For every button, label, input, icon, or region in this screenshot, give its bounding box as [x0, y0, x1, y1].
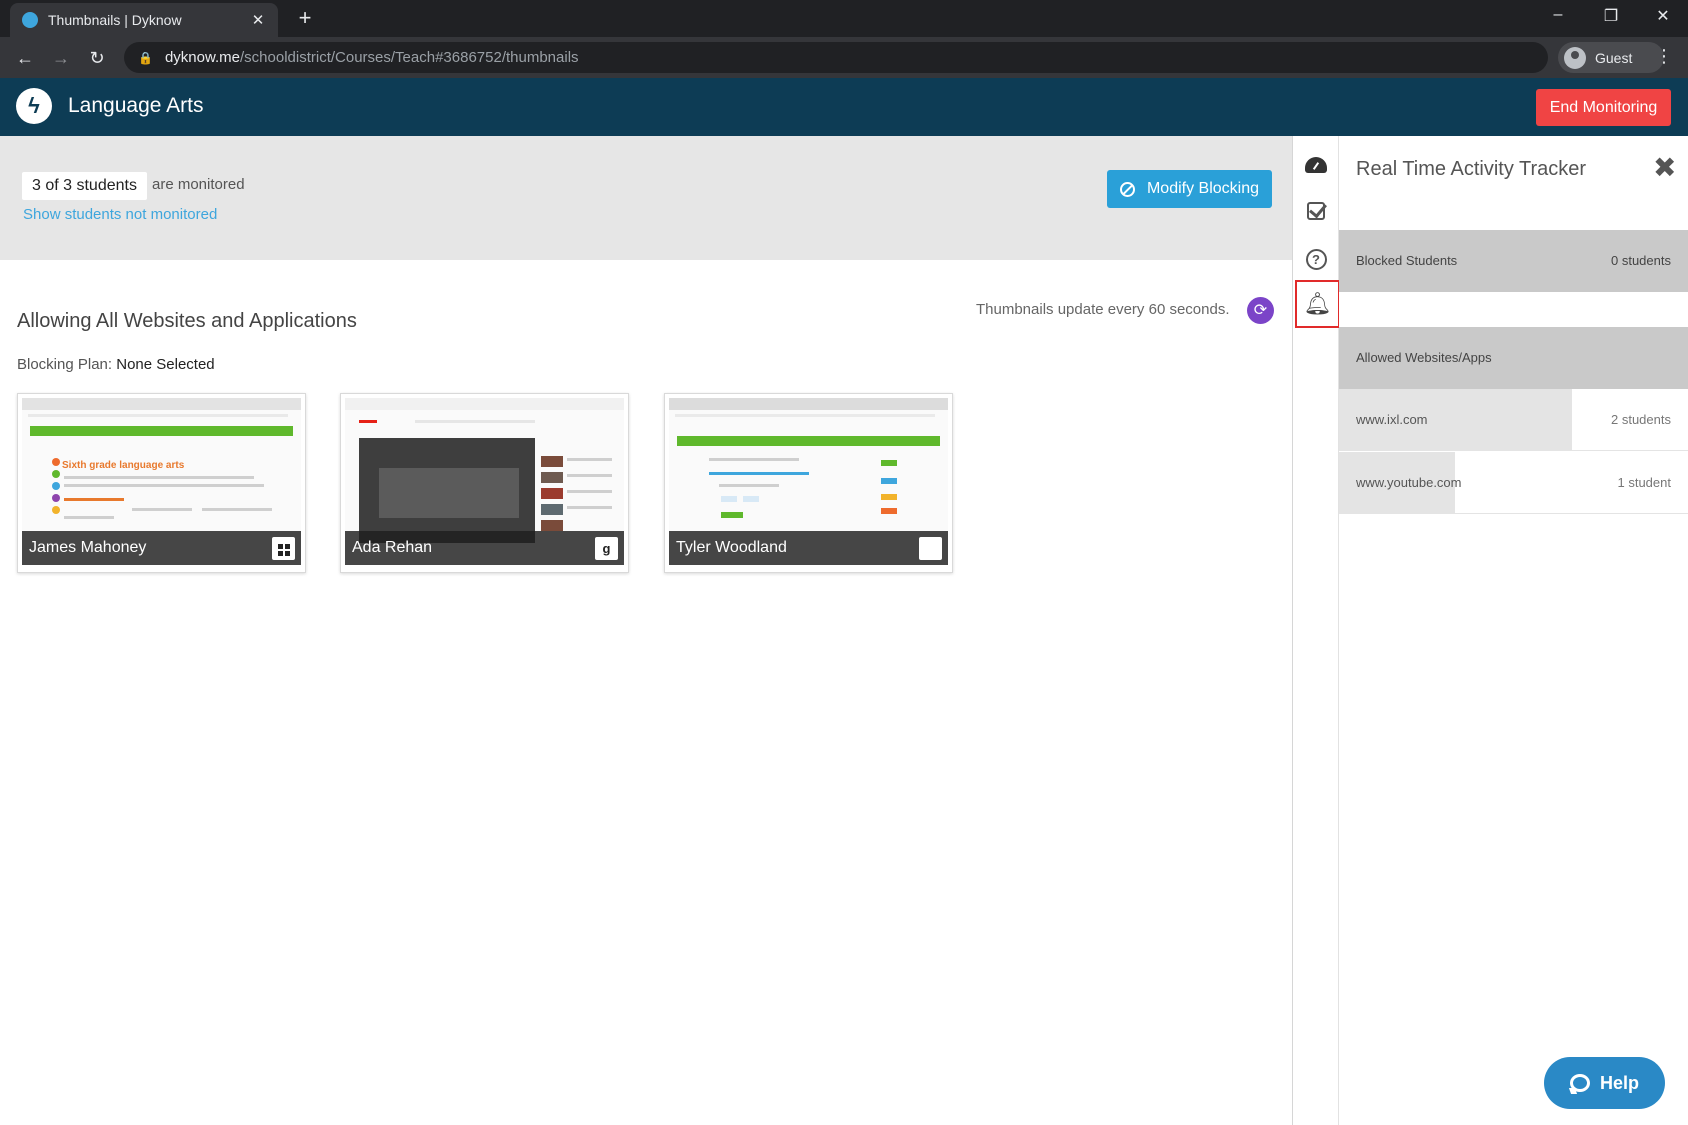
dyknow-logo-icon[interactable]: ϟ: [16, 88, 52, 124]
monitored-suffix: are monitored: [152, 176, 245, 193]
new-tab-button[interactable]: +: [292, 5, 318, 31]
blocked-students-count: 0 students: [1611, 253, 1671, 268]
site-name: www.ixl.com: [1356, 412, 1428, 427]
student-name-bar: Tyler Woodland: [669, 531, 948, 565]
student-name: James Mahoney: [29, 539, 147, 556]
blocking-plan: Blocking Plan: None Selected: [17, 356, 215, 373]
dyknow-favicon-icon: [22, 12, 38, 28]
help-label: Help: [1599, 1072, 1639, 1093]
student-thumbnail[interactable]: Ada Rehan g: [340, 393, 629, 573]
restore-icon[interactable]: ❐: [1596, 6, 1626, 26]
course-title: Language Arts: [68, 94, 204, 117]
profile-label: Guest: [1595, 49, 1633, 66]
browser-menu-icon[interactable]: ⋮: [1654, 46, 1674, 67]
profile-button[interactable]: Guest: [1558, 42, 1664, 73]
student-name: Ada Rehan: [352, 539, 433, 556]
lock-icon: 🔒: [138, 50, 153, 65]
student-name-bar: Ada Rehan g: [345, 531, 624, 565]
site-name: www.youtube.com: [1356, 475, 1462, 490]
allowed-sites-label: Allowed Websites/Apps: [1356, 350, 1492, 365]
windows-icon: [272, 537, 295, 560]
reload-icon[interactable]: ↻: [84, 45, 110, 71]
site-row[interactable]: www.ixl.com 2 students: [1339, 389, 1688, 451]
allowed-sites-header: Allowed Websites/Apps: [1339, 327, 1688, 389]
blocked-students-row[interactable]: Blocked Students 0 students: [1339, 230, 1688, 292]
close-panel-icon[interactable]: ✖: [1653, 154, 1676, 182]
modify-blocking-button[interactable]: Modify Blocking: [1107, 170, 1272, 208]
refresh-icon[interactable]: ⟳: [1247, 297, 1274, 324]
student-thumbnail[interactable]: Sixth grade language arts James Mahoney: [17, 393, 306, 573]
monitored-count: 3 of 3 students: [22, 172, 147, 200]
chat-icon: [1569, 1074, 1590, 1092]
modify-blocking-label: Modify Blocking: [1146, 180, 1260, 197]
screen-heading: Sixth grade language arts: [62, 460, 185, 471]
back-icon[interactable]: ←: [12, 45, 38, 71]
blocking-plan-label: Blocking Plan:: [17, 356, 113, 373]
app-header: ϟ Language Arts End Monitoring: [0, 78, 1688, 136]
student-thumbnail[interactable]: Tyler Woodland: [664, 393, 953, 573]
end-monitoring-button[interactable]: End Monitoring: [1536, 89, 1671, 126]
blocking-plan-value: None Selected: [116, 356, 215, 373]
checkbox-icon[interactable]: [1297, 192, 1335, 230]
url-host: dyknow.me: [164, 49, 240, 66]
monitor-bar: 3 of 3 students are monitored Show stude…: [0, 136, 1292, 260]
tab-close-icon[interactable]: ✕: [250, 11, 266, 29]
show-not-monitored-link[interactable]: Show students not monitored: [23, 206, 217, 223]
help-icon[interactable]: ?: [1297, 240, 1335, 278]
site-count: 1 student: [1617, 475, 1672, 490]
side-icon-rail: ? 🔔︎: [1292, 136, 1340, 1125]
dashboard-icon[interactable]: [1297, 146, 1335, 184]
student-name-bar: James Mahoney: [22, 531, 301, 565]
close-window-icon[interactable]: ✕: [1648, 6, 1678, 26]
forward-icon[interactable]: →: [48, 45, 74, 71]
url-path: /schooldistrict/Courses/Teach#3686752/th…: [240, 49, 579, 66]
address-bar[interactable]: 🔒 dyknow.me/schooldistrict/Courses/Teach…: [124, 42, 1548, 73]
bell-icon[interactable]: 🔔︎: [1295, 280, 1340, 328]
apple-icon: [919, 537, 942, 560]
site-count: 2 students: [1611, 412, 1671, 427]
main-content: 3 of 3 students are monitored Show stude…: [0, 136, 1292, 1125]
student-name: Tyler Woodland: [676, 539, 787, 556]
tracker-title: Real Time Activity Tracker: [1356, 158, 1587, 180]
help-button[interactable]: Help: [1544, 1057, 1665, 1109]
allow-status-title: Allowing All Websites and Applications: [17, 310, 357, 332]
tab-title: Thumbnails | Dyknow: [48, 12, 182, 28]
minimize-icon[interactable]: –: [1543, 6, 1573, 24]
thumbnail-update-text: Thumbnails update every 60 seconds.: [976, 301, 1230, 318]
site-row[interactable]: www.youtube.com 1 student: [1339, 452, 1688, 514]
profile-avatar-icon: [1564, 46, 1586, 69]
browser-toolbar: ← → ↻ 🔒 dyknow.me/schooldistrict/Courses…: [0, 37, 1688, 78]
blocked-students-label: Blocked Students: [1356, 253, 1458, 268]
chromebook-icon: g: [595, 537, 618, 560]
browser-tab[interactable]: Thumbnails | Dyknow ✕: [10, 3, 278, 37]
ban-icon: [1119, 181, 1135, 197]
browser-tabbar: Thumbnails | Dyknow ✕ + – ❐ ✕: [0, 0, 1688, 37]
activity-tracker-panel: Real Time Activity Tracker ✖ Blocked Stu…: [1339, 136, 1688, 1125]
